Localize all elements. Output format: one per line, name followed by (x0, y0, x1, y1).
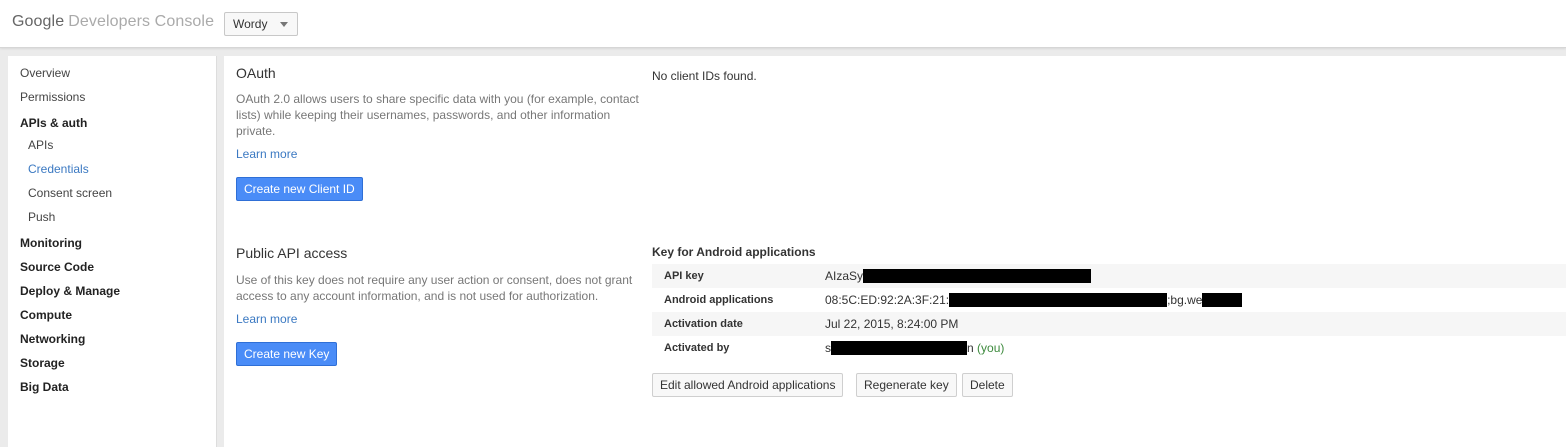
redaction-bar (1202, 293, 1243, 307)
oauth-learn-more-link[interactable]: Learn more (236, 147, 297, 161)
chevron-down-icon (280, 22, 289, 27)
edit-allowed-android-apps-button[interactable]: Edit allowed Android applications (652, 373, 844, 397)
sidebar-item-big-data[interactable]: Big Data (20, 380, 69, 394)
key-row-activated-by: Activated by sn (you) (652, 336, 1566, 360)
key-details-table: API key AIzaSy Android applications 08:5… (652, 264, 1566, 360)
redaction-bar (863, 269, 1092, 283)
sidebar-item-consent-screen[interactable]: Consent screen (28, 186, 112, 200)
create-client-id-button[interactable]: Create new Client ID (236, 177, 363, 201)
credentials-main: OAuth OAuth 2.0 allows users to share sp… (224, 56, 1566, 447)
sidebar-item-credentials[interactable]: Credentials (28, 162, 89, 176)
key-row-activation-date: Activation date Jul 22, 2015, 8:24:00 PM (652, 312, 1566, 336)
key-row-api-key: API key AIzaSy (652, 264, 1566, 288)
android-apps-suffix: ;bg.we (1167, 293, 1203, 307)
sidebar-item-permissions[interactable]: Permissions (20, 90, 85, 104)
key-label: Activation date (664, 318, 743, 330)
sidebar-item-deploy-manage[interactable]: Deploy & Manage (20, 284, 120, 298)
sidebar: Overview Permissions APIs & auth APIs Cr… (8, 56, 217, 447)
public-api-description: Use of this key does not require any use… (236, 273, 633, 303)
api-key-prefix: AIzaSy (825, 269, 864, 283)
delete-key-button[interactable]: Delete (962, 373, 1013, 397)
public-api-learn-more-link[interactable]: Learn more (236, 312, 297, 326)
key-title: Key for Android applications (652, 245, 816, 259)
sidebar-item-storage[interactable]: Storage (20, 356, 65, 370)
android-apps-prefix: 08:5C:ED:92:2A:3F:21: (825, 293, 950, 307)
sidebar-item-compute[interactable]: Compute (20, 308, 72, 322)
activated-by-suffix: n (967, 341, 974, 355)
no-client-ids-text: No client IDs found. (652, 69, 757, 83)
sidebar-item-source-code[interactable]: Source Code (20, 260, 94, 274)
key-label: API key (664, 270, 704, 282)
oauth-title: OAuth (236, 65, 276, 81)
public-api-title: Public API access (236, 245, 348, 261)
sidebar-item-overview[interactable]: Overview (20, 66, 70, 80)
redaction-bar (831, 341, 967, 355)
logo-product: Developers Console (68, 13, 215, 30)
key-label: Android applications (664, 294, 774, 306)
api-key-value[interactable]: AIzaSy (825, 269, 1092, 283)
sidebar-item-apis[interactable]: APIs (28, 138, 53, 152)
project-name: Wordy (233, 17, 268, 31)
you-label: (you) (977, 341, 1005, 355)
create-new-key-button[interactable]: Create new Key (236, 342, 338, 366)
key-row-android-apps: Android applications 08:5C:ED:92:2A:3F:2… (652, 288, 1566, 312)
sidebar-item-apis-auth[interactable]: APIs & auth (20, 116, 87, 130)
sidebar-item-networking[interactable]: Networking (20, 332, 85, 346)
top-header: Google Developers Console Wordy (0, 0, 1566, 48)
regenerate-key-button[interactable]: Regenerate key (856, 373, 957, 397)
oauth-description: OAuth 2.0 allows users to share specific… (236, 92, 639, 138)
project-selector[interactable]: Wordy (224, 12, 299, 36)
activation-date-value: Jul 22, 2015, 8:24:00 PM (825, 317, 959, 331)
sidebar-item-push[interactable]: Push (28, 210, 55, 224)
redaction-bar (949, 293, 1168, 307)
android-apps-value: 08:5C:ED:92:2A:3F:21: ;bg.we (825, 293, 1243, 307)
console-logo[interactable]: Google Developers Console (12, 13, 214, 31)
activated-by-value: sn (you) (825, 341, 1004, 355)
sidebar-item-monitoring[interactable]: Monitoring (20, 236, 82, 250)
logo-google: Google (12, 13, 65, 30)
key-label: Activated by (664, 342, 730, 354)
